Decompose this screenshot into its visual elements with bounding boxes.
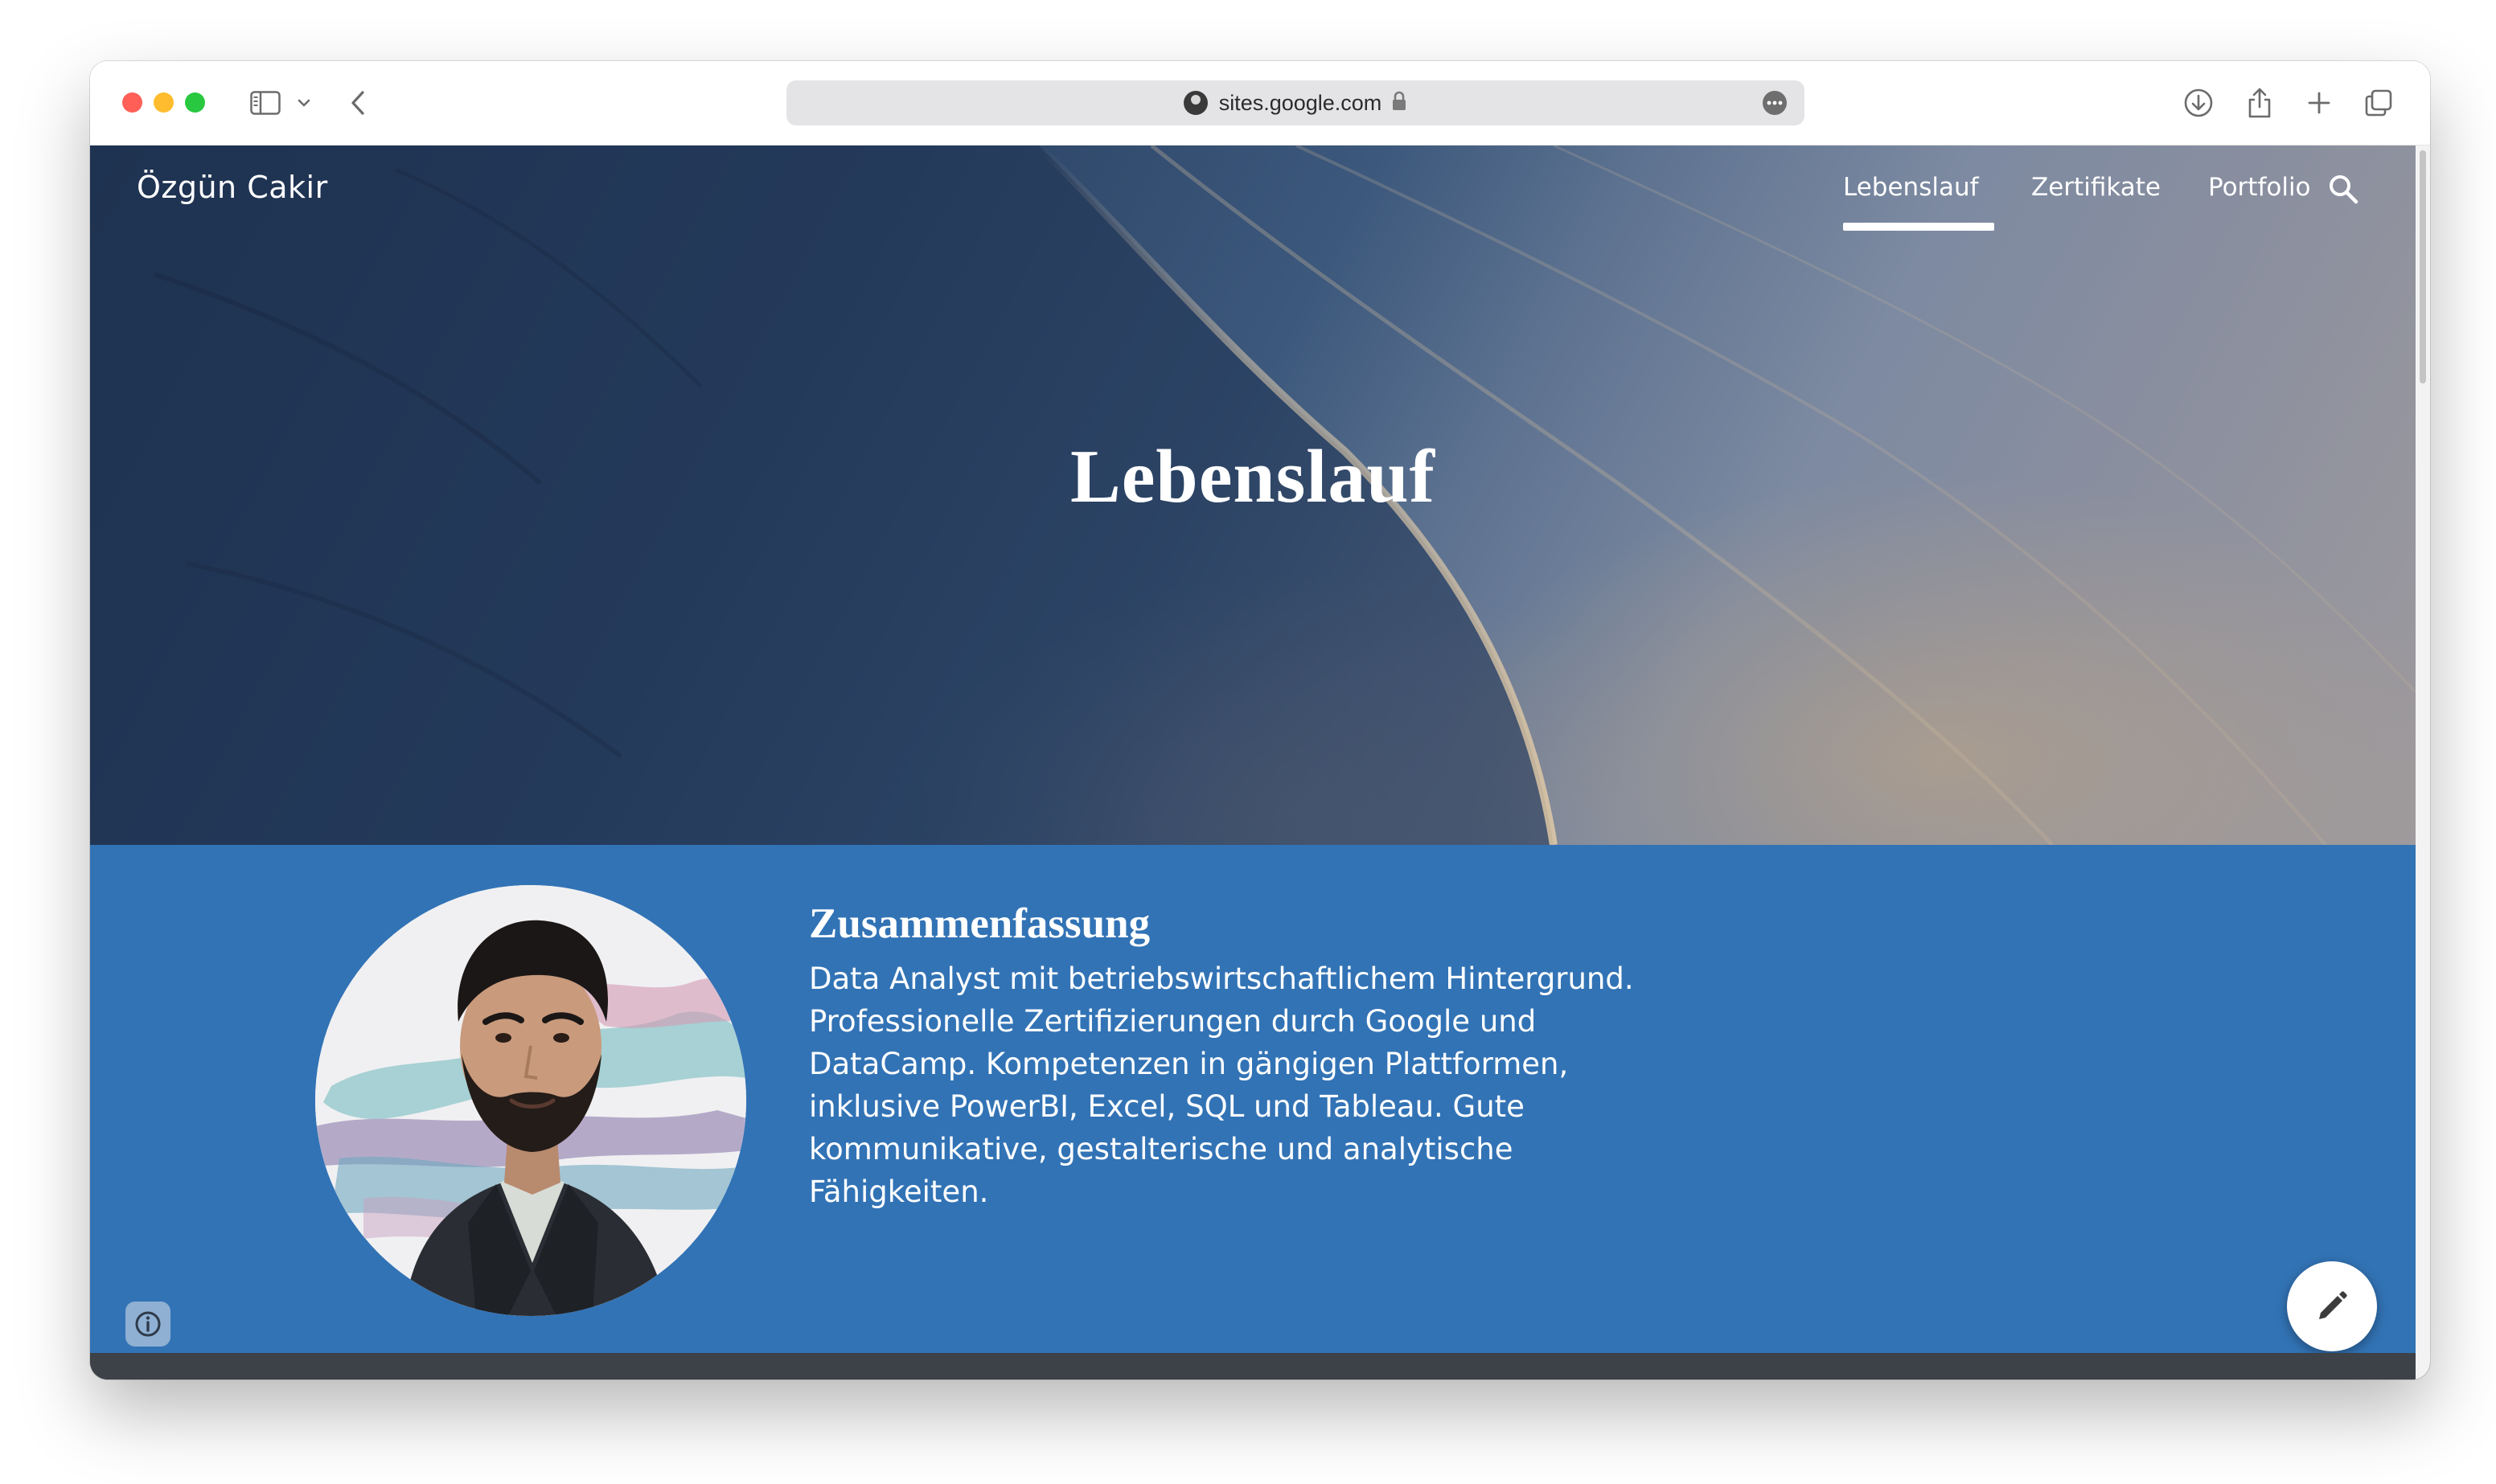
nav-item-lebenslauf[interactable]: Lebenslauf xyxy=(1843,173,1979,202)
summary-line: Data Analyst mit betriebswirtschaftliche… xyxy=(809,961,1634,996)
summary-line: Professionelle Zertifizierungen durch Go… xyxy=(809,1004,1537,1039)
summary-heading: Zusammenfassung xyxy=(809,900,1151,947)
site-title[interactable]: Özgün Cakir xyxy=(137,170,328,205)
summary-section: Zusammenfassung Data Analyst mit betrieb… xyxy=(90,845,2416,1353)
pencil-icon xyxy=(2319,1291,2347,1319)
summary-line: Fähigkeiten. xyxy=(809,1174,989,1209)
share-icon[interactable] xyxy=(2244,85,2276,121)
summary-line: kommunikative, gestalterische und analyt… xyxy=(809,1132,1513,1166)
nav-item-portfolio[interactable]: Portfolio xyxy=(2208,173,2311,202)
lock-icon xyxy=(1391,91,1407,115)
chevron-down-icon[interactable] xyxy=(296,85,312,121)
edit-button[interactable] xyxy=(2287,1261,2377,1351)
browser-window: sites.google.com Özgün Cakir Lebenslauf … xyxy=(90,61,2430,1379)
nav-item-zertifikate[interactable]: Zertifikate xyxy=(2031,173,2161,202)
next-section-edge xyxy=(90,1353,2416,1379)
browser-toolbar: sites.google.com xyxy=(90,61,2430,146)
summary-line: inklusive PowerBI, Excel, SQL und Tablea… xyxy=(809,1089,1525,1124)
info-icon xyxy=(135,1311,161,1337)
plus-icon[interactable] xyxy=(2305,85,2334,121)
download-icon[interactable] xyxy=(2181,85,2216,121)
nav-active-indicator xyxy=(1843,223,1994,231)
maximize-window-button[interactable] xyxy=(185,92,205,113)
more-icon[interactable] xyxy=(1763,91,1787,115)
scrollbar-thumb[interactable] xyxy=(2420,150,2426,383)
profile-photo xyxy=(315,885,746,1316)
back-arrow-icon[interactable] xyxy=(346,85,370,121)
sidebar-icon[interactable] xyxy=(248,85,283,121)
hero-banner: Özgün Cakir Lebenslauf Zertifikate Portf… xyxy=(90,146,2416,845)
info-button[interactable] xyxy=(125,1302,170,1347)
close-window-button[interactable] xyxy=(122,92,142,113)
address-bar[interactable]: sites.google.com xyxy=(786,80,1804,125)
page-viewport: Özgün Cakir Lebenslauf Zertifikate Portf… xyxy=(90,146,2430,1379)
url-text: sites.google.com xyxy=(1218,90,1382,115)
summary-line: DataCamp. Kompetenzen in gängigen Plattf… xyxy=(809,1047,1569,1081)
summary-text: Data Analyst mit betriebswirtschaftliche… xyxy=(809,957,1710,1213)
search-icon[interactable] xyxy=(2327,173,2359,208)
page-title: Lebenslauf xyxy=(1070,435,1435,519)
minimize-window-button[interactable] xyxy=(154,92,174,113)
site-favicon xyxy=(1183,91,1208,115)
tabs-icon[interactable] xyxy=(2363,85,2395,121)
